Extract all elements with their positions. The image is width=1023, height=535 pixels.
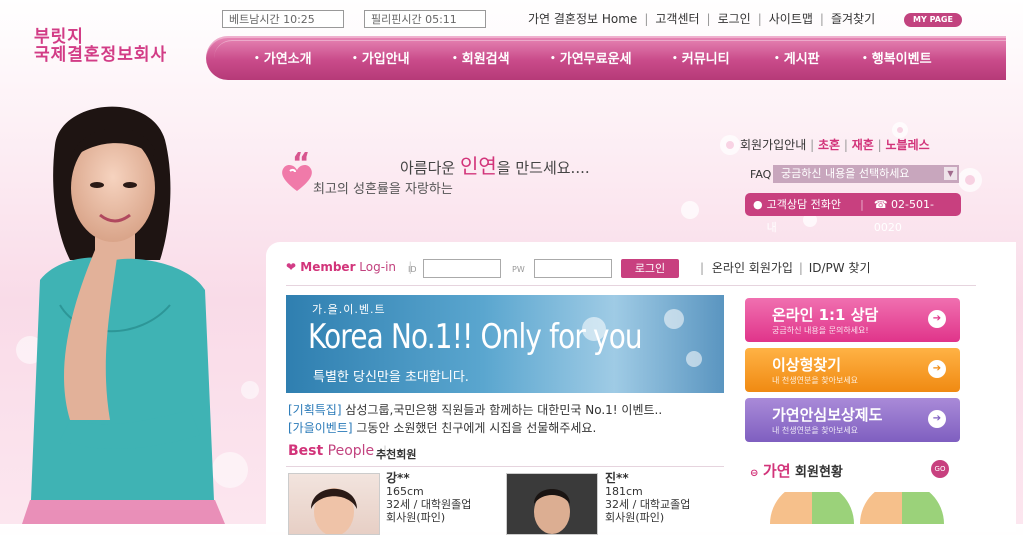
profile-photo[interactable] <box>506 473 598 535</box>
nav-happy-event[interactable]: 행복이벤트 <box>862 48 932 67</box>
main-nav: 가연소개 가입안내 회원검색 가연무료운세 커뮤니티 게시판 행복이벤트 <box>206 36 1006 80</box>
vietnam-clock: 베트남시간 10:25 <box>222 10 344 28</box>
slogan-line1: 아름다운 인연을 만드세요.... <box>400 154 590 178</box>
bullet-icon: ● <box>753 198 763 211</box>
login-button[interactable]: 로그인 <box>621 259 679 278</box>
nav-board[interactable]: 게시판 <box>774 48 820 67</box>
join-remarriage[interactable]: 재혼 <box>852 138 874 152</box>
nav-fortune[interactable]: 가연무료운세 <box>550 48 632 67</box>
pw-input[interactable] <box>534 259 612 278</box>
pw-label: PW <box>512 265 525 274</box>
nav-about[interactable]: 가연소개 <box>254 48 312 67</box>
find-idpw-link[interactable]: ID/PW 찾기 <box>809 261 871 275</box>
heart-icon: ❤ <box>286 260 297 274</box>
logo-line1: 부릿지 <box>34 27 84 47</box>
divider <box>286 285 976 286</box>
quote-mark: “ <box>292 146 311 179</box>
profile-photo[interactable] <box>288 473 380 535</box>
favorites-link[interactable]: 즐겨찾기 <box>831 10 875 27</box>
arrow-right-icon: ➔ <box>928 360 946 378</box>
home-link[interactable]: 가연 결혼정보 Home <box>528 10 637 27</box>
member-login-title: ❤ Member Log-in | <box>286 260 413 274</box>
profile-info: 진** 181cm 32세 / 대학교졸업 회사원(파인) <box>605 471 691 525</box>
join-info: 회원가입안내 | 초혼 | 재혼 | 노블레스 <box>740 138 930 152</box>
id-input[interactable] <box>423 259 501 278</box>
logo[interactable]: 부릿지 국제결혼정보회사 <box>34 28 184 64</box>
signup-link[interactable]: 온라인 회원가입 <box>712 261 793 275</box>
profile-info: 강** 165cm 32세 / 대학원졸업 회사원(파인) <box>386 471 472 525</box>
arrow-right-icon: ➔ <box>928 310 946 328</box>
id-label: ID <box>408 265 417 274</box>
safety-guarantee-button[interactable]: 가연안심보상제도 내 천생연분을 찾아보세요 ➔ <box>745 398 960 442</box>
phone-number: ☎ 02-501-0020 <box>873 198 934 234</box>
philippines-clock: 필리핀시간 05:11 <box>364 10 486 28</box>
nav-join-guide[interactable]: 가입안내 <box>352 48 410 67</box>
news-item[interactable]: [기획특집] 삼성그룹,국민은행 직원들과 함께하는 대한민국 No.1! 이벤… <box>288 401 662 418</box>
login-links: | 온라인 회원가입 | ID/PW 찾기 <box>700 261 871 275</box>
nav-community[interactable]: 커뮤니티 <box>672 48 730 67</box>
member-status-title: ⊖ 가연 회원현황 <box>750 462 843 480</box>
faq-select[interactable]: 궁금하신 내용을 선택하세요 ▼ <box>773 165 959 183</box>
chevron-down-icon: ▼ <box>944 167 957 180</box>
phone-info-box: ● 고객상담 전화안내 | ☎ 02-501-0020 <box>745 193 961 234</box>
customer-center-link[interactable]: 고객센터 <box>655 10 699 27</box>
event-banner[interactable]: 가.을.이.벤.트 Korea No.1!! Only for you 특별한 … <box>286 295 724 393</box>
model-photo <box>16 106 259 524</box>
banner-small-text: 가.을.이.벤.트 <box>312 303 386 316</box>
divider <box>286 466 724 467</box>
faq-select-value: 궁금하신 내용을 선택하세요 <box>781 167 910 180</box>
ideal-match-button[interactable]: 이상형찾기 내 천생연분을 찾아보세요 ➔ <box>745 348 960 392</box>
logo-line2: 국제결혼정보회사 <box>34 45 168 65</box>
banner-subtitle: 특별한 당신만을 초대합니다. <box>313 370 469 385</box>
join-label: 회원가입안내 <box>740 138 807 152</box>
top-links: 가연 결혼정보 Home | 고객센터 | 로그인 | 사이트맵 | 즐겨찾기 <box>528 10 876 27</box>
online-consult-button[interactable]: 온라인 1:1 상담 궁금하신 내용을 문의하세요! ➔ <box>745 298 960 342</box>
go-button[interactable]: GO <box>931 460 949 478</box>
nav-member-search[interactable]: 회원검색 <box>452 48 510 67</box>
news-item[interactable]: [가을이벤트] 그동안 소원했던 친구에게 시집을 선물해주세요. <box>288 419 596 436</box>
slogan-line2: 최고의 성혼률을 자랑하는 <box>313 182 453 197</box>
phone-label[interactable]: 고객상담 전화안내 <box>767 193 851 234</box>
login-link[interactable]: 로그인 <box>718 10 751 27</box>
join-noblesse[interactable]: 노블레스 <box>886 138 930 152</box>
my-page-button[interactable]: MY PAGE <box>904 13 962 27</box>
sitemap-link[interactable]: 사이트맵 <box>769 10 813 27</box>
join-first-marriage[interactable]: 초혼 <box>818 138 840 152</box>
best-people-title: Best People | <box>288 443 388 459</box>
arrow-right-icon: ➔ <box>928 410 946 428</box>
flower-decoration <box>582 309 702 367</box>
faq-label: FAQ <box>750 168 772 181</box>
member-status-chart <box>770 492 944 524</box>
recommend-label: 추천회원 <box>376 448 417 461</box>
